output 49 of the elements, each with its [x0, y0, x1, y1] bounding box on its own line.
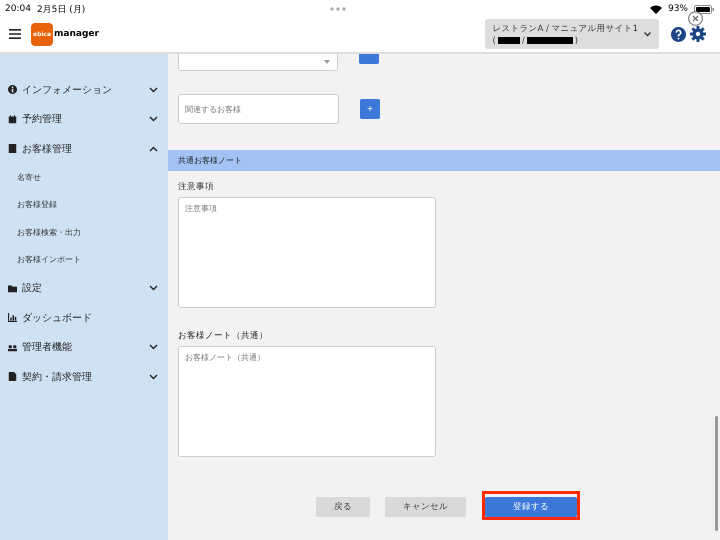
logo-text: manager — [54, 29, 99, 39]
sidebar-subitem[interactable]: お客様登録 — [0, 191, 168, 218]
info-icon — [8, 85, 17, 94]
sidebar-item[interactable]: 管理者機能 — [0, 332, 168, 362]
users-icon — [8, 342, 17, 352]
textarea-field[interactable]: 注意事項 — [178, 197, 436, 308]
caret-icon — [324, 60, 330, 64]
secondary-button[interactable]: キャンセル — [385, 497, 466, 517]
battery-percent: 93% — [668, 4, 688, 14]
contact-card-icon — [8, 144, 17, 154]
wifi-icon — [650, 4, 662, 14]
close-icon[interactable] — [688, 11, 703, 26]
sidebar-subitem[interactable]: 名寄せ — [0, 164, 168, 191]
site-separator: / — [522, 36, 525, 46]
document-icon — [8, 372, 17, 382]
dots-icon — [330, 7, 346, 11]
site-paren: ( — [492, 36, 496, 46]
secondary-button[interactable]: 戻る — [316, 497, 370, 517]
site-name: レストランA / マニュアル用サイト1 — [492, 22, 638, 34]
settings-icon[interactable] — [690, 26, 706, 42]
sidebar-subitem[interactable]: お客様検索・出力 — [0, 218, 168, 246]
calendar-icon — [8, 114, 17, 124]
input-field[interactable]: 関連するお客様 — [178, 94, 339, 124]
sidebar-item[interactable]: ダッシュボード — [0, 303, 168, 332]
folder-icon — [8, 284, 17, 293]
textarea-field[interactable]: お客様ノート（共通） — [178, 346, 436, 457]
sidebar-item[interactable]: インフォメーション — [0, 75, 168, 104]
field-label: 注意事項 — [177, 181, 215, 194]
select-field[interactable] — [178, 54, 338, 71]
sidebar-item[interactable]: 契約・請求管理 — [0, 362, 168, 392]
menu-icon[interactable] — [9, 29, 21, 39]
redaction-bar — [526, 37, 573, 44]
site-paren: ) — [574, 36, 578, 46]
sidebar-subitem[interactable]: お客様インポート — [0, 246, 168, 274]
status-time: 20:04 — [5, 4, 31, 14]
chart-icon — [8, 313, 17, 322]
help-icon[interactable] — [671, 26, 686, 42]
section-header: 共通お客様ノート — [168, 150, 720, 171]
status-date: 2月5日 (月) — [36, 4, 86, 16]
field-label: お客様ノート（共通） — [177, 330, 269, 343]
sidebar-item[interactable]: 設定 — [0, 274, 168, 303]
battery-icon — [694, 4, 714, 14]
site-selector[interactable]: レストランA / マニュアル用サイト1 ( / ) — [484, 19, 659, 49]
sidebar-item[interactable]: 予約管理 — [0, 104, 168, 134]
sidebar-item[interactable]: お客様管理 — [0, 134, 168, 164]
redaction-bar — [498, 37, 520, 44]
add-button[interactable]: + — [360, 99, 380, 119]
submit-button[interactable]: 登録する — [485, 497, 577, 517]
caret-icon — [644, 32, 651, 36]
